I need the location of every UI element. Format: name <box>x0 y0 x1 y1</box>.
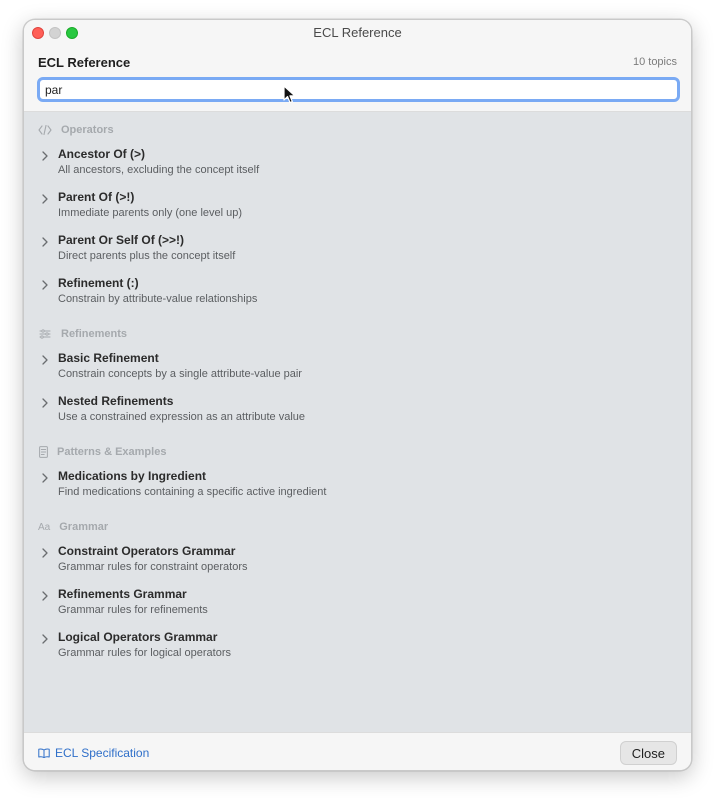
topic-title: Medications by Ingredient <box>58 469 207 483</box>
topic-item[interactable]: Refinement (:) Constrain by attribute-va… <box>38 275 678 313</box>
topic-title: Refinement (:) <box>58 276 139 290</box>
book-icon <box>38 748 50 758</box>
document-icon <box>38 446 48 458</box>
topic-item[interactable]: Basic Refinement Constrain concepts by a… <box>38 350 678 388</box>
close-button[interactable]: Close <box>619 741 677 765</box>
topic-item[interactable]: Constraint Operators Grammar Grammar rul… <box>38 543 678 581</box>
chevron-right-icon <box>42 398 48 408</box>
topic-description: All ancestors, excluding the concept its… <box>58 164 260 176</box>
chevron-right-icon <box>42 280 48 290</box>
topic-item[interactable]: Nested Refinements Use a constrained exp… <box>38 393 678 431</box>
topic-description: Constrain concepts by a single attribute… <box>58 368 302 380</box>
section-header-operators: Operators <box>38 124 114 136</box>
topic-description: Grammar rules for constraint operators <box>58 561 248 573</box>
topic-item[interactable]: Parent Or Self Of (>>!) Direct parents p… <box>38 232 678 270</box>
ecl-specification-link[interactable]: ECL Specification <box>38 746 149 760</box>
topic-description: Use a constrained expression as an attri… <box>58 411 306 423</box>
section-title: Operators <box>61 124 114 136</box>
topic-item[interactable]: Refinements Grammar Grammar rules for re… <box>38 586 678 624</box>
section-title: Patterns & Examples <box>57 446 167 458</box>
footer: ECL Specification Close <box>24 732 691 770</box>
title-bar: ECL Reference <box>24 20 691 45</box>
section-title: Grammar <box>59 521 109 533</box>
topic-title: Basic Refinement <box>58 351 159 365</box>
chevron-right-icon <box>42 151 48 161</box>
chevron-right-icon <box>42 237 48 247</box>
topic-item[interactable]: Ancestor Of (>) All ancestors, excluding… <box>38 146 678 184</box>
topic-description: Grammar rules for refinements <box>58 604 208 616</box>
topic-title: Logical Operators Grammar <box>58 630 218 644</box>
topic-item[interactable]: Parent Of (>!) Immediate parents only (o… <box>38 189 678 227</box>
search-input[interactable] <box>37 77 680 102</box>
topic-description: Direct parents plus the concept itself <box>58 250 236 262</box>
topic-title: Refinements Grammar <box>58 587 187 601</box>
chevron-right-icon <box>42 473 48 483</box>
chevron-right-icon <box>42 355 48 365</box>
topic-description: Constrain by attribute-value relationshi… <box>58 293 258 305</box>
mouse-cursor-icon <box>283 85 296 104</box>
topic-description: Grammar rules for logical operators <box>58 647 232 659</box>
sliders-icon <box>38 328 52 340</box>
topic-item[interactable]: Logical Operators Grammar Grammar rules … <box>38 629 678 667</box>
section-title: Refinements <box>61 328 128 340</box>
section-header-patterns: Patterns & Examples <box>38 446 166 458</box>
window-title: ECL Reference <box>313 25 402 40</box>
code-icon <box>38 124 52 136</box>
page-title: ECL Reference <box>38 55 131 70</box>
header: ECL Reference 10 topics <box>24 45 691 112</box>
reference-window: ECL Reference ECL Reference 10 topics Op… <box>23 19 692 771</box>
topic-title: Parent Or Self Of (>>!) <box>58 233 185 247</box>
topic-description: Find medications containing a specific a… <box>58 486 327 498</box>
section-header-refinements: Refinements <box>38 328 127 340</box>
ecl-specification-label: ECL Specification <box>55 746 150 760</box>
topic-description: Immediate parents only (one level up) <box>58 207 243 219</box>
topic-title: Parent Of (>!) <box>58 190 135 204</box>
chevron-right-icon <box>42 194 48 204</box>
text-format-icon: Aa <box>38 521 51 533</box>
section-header-grammar: Aa Grammar <box>38 521 108 533</box>
topic-count: 10 topics <box>632 56 677 68</box>
chevron-right-icon <box>42 591 48 601</box>
topic-item[interactable]: Medications by Ingredient Find medicatio… <box>38 468 678 506</box>
chevron-right-icon <box>42 548 48 558</box>
topic-title: Ancestor Of (>) <box>58 147 146 161</box>
topic-title: Constraint Operators Grammar <box>58 544 236 558</box>
chevron-right-icon <box>42 634 48 644</box>
topic-list: Operators Ancestor Of (>) All ancestors,… <box>24 112 691 732</box>
topic-title: Nested Refinements <box>58 394 174 408</box>
